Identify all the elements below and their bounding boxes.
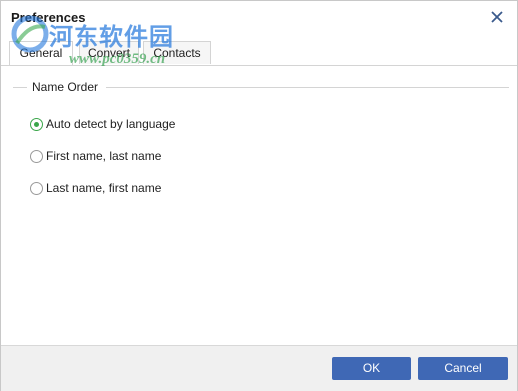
tab-convert[interactable]: Convert xyxy=(79,41,139,64)
cancel-button[interactable]: Cancel xyxy=(418,357,508,380)
dialog-title: Preferences xyxy=(11,10,86,25)
tab-contacts-label: Contacts xyxy=(153,46,201,60)
group-divider-left xyxy=(13,87,27,88)
radio-selected-icon[interactable] xyxy=(30,118,43,131)
radio-auto-detect-label: Auto detect by language xyxy=(46,117,176,131)
tab-strip: General Convert Contacts xyxy=(9,41,211,65)
tab-general[interactable]: General xyxy=(9,41,73,65)
title-bar: Preferences xyxy=(1,1,517,35)
close-icon[interactable] xyxy=(487,7,507,27)
ok-button[interactable]: OK xyxy=(332,357,411,380)
tab-convert-label: Convert xyxy=(87,46,131,60)
tab-divider xyxy=(1,65,517,66)
radio-unselected-icon[interactable] xyxy=(30,182,43,195)
radio-first-last-label: First name, last name xyxy=(46,149,162,163)
button-bar: OK Cancel xyxy=(1,345,517,391)
name-order-group-label: Name Order xyxy=(32,80,99,94)
radio-last-first-label: Last name, first name xyxy=(46,181,162,195)
group-divider-right xyxy=(106,87,509,88)
tab-general-label: General xyxy=(19,46,63,60)
preferences-dialog: Preferences General Convert Contacts Nam… xyxy=(0,0,518,391)
tab-contacts[interactable]: Contacts xyxy=(143,41,211,64)
radio-unselected-icon[interactable] xyxy=(30,150,43,163)
